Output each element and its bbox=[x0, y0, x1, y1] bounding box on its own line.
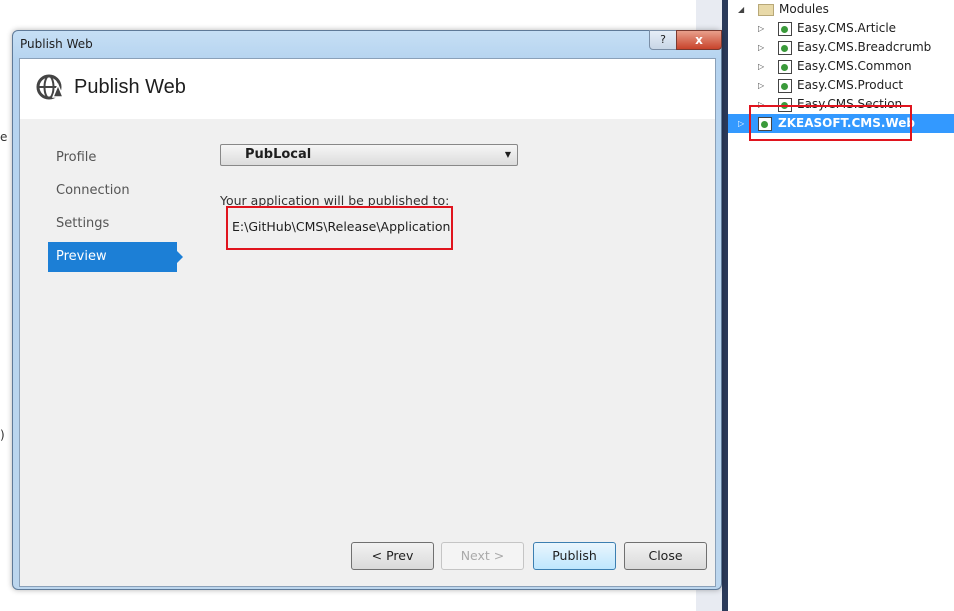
highlight-box bbox=[226, 206, 453, 250]
tree-item-label: Easy.CMS.Product bbox=[797, 78, 904, 92]
highlight-box bbox=[749, 105, 912, 141]
next-button[interactable]: Next > bbox=[441, 542, 524, 570]
dialog-header: Publish Web bbox=[20, 59, 715, 119]
tree-folder-modules[interactable]: ◢ Modules bbox=[728, 0, 954, 19]
collapsed-arrow-icon[interactable]: ▷ bbox=[758, 38, 764, 57]
expanded-arrow-icon[interactable]: ◢ bbox=[738, 0, 744, 19]
publish-button[interactable]: Publish bbox=[533, 542, 616, 570]
tree-item[interactable]: ▷ Easy.CMS.Common bbox=[728, 57, 954, 76]
close-window-button[interactable]: x bbox=[676, 30, 722, 50]
folder-label: Modules bbox=[779, 2, 829, 16]
web-project-icon bbox=[778, 60, 792, 74]
nav-profile[interactable]: Profile bbox=[48, 143, 177, 173]
tree-item-label: Easy.CMS.Article bbox=[797, 21, 897, 35]
help-button[interactable]: ? bbox=[649, 30, 677, 50]
solution-explorer: ◢ Modules ▷ Easy.CMS.Article ▷ Easy.CMS.Br… bbox=[728, 0, 954, 611]
web-project-icon bbox=[778, 79, 792, 93]
background-text-fragment: e bbox=[0, 130, 8, 144]
prev-button[interactable]: < Prev bbox=[351, 542, 434, 570]
collapsed-arrow-icon[interactable]: ▷ bbox=[758, 19, 764, 38]
publish-web-dialog: Publish Web ? x Publish Web Profile Conn… bbox=[12, 30, 722, 590]
web-project-icon bbox=[778, 41, 792, 55]
close-button[interactable]: Close bbox=[624, 542, 707, 570]
chevron-down-icon: ▼ bbox=[504, 150, 511, 159]
nav-settings[interactable]: Settings bbox=[48, 209, 177, 239]
collapsed-arrow-icon[interactable]: ▷ bbox=[758, 57, 764, 76]
header-title: Publish Web bbox=[74, 76, 186, 98]
tree-item[interactable]: ▷ Easy.CMS.Breadcrumb bbox=[728, 38, 954, 57]
tree-item-label: Easy.CMS.Breadcrumb bbox=[797, 40, 932, 54]
collapsed-arrow-icon[interactable]: ▷ bbox=[758, 76, 764, 95]
dialog-body: Publish Web Profile Connection Settings … bbox=[19, 58, 716, 587]
web-project-icon bbox=[778, 22, 792, 36]
tree-item[interactable]: ▷ Easy.CMS.Article bbox=[728, 19, 954, 38]
dialog-title: Publish Web bbox=[20, 37, 93, 51]
profile-dropdown[interactable]: PubLocal ▼ bbox=[220, 144, 518, 166]
nav-connection[interactable]: Connection bbox=[48, 176, 177, 206]
folder-icon bbox=[758, 4, 774, 16]
profile-value: PubLocal bbox=[245, 147, 312, 162]
collapsed-arrow-icon[interactable]: ▷ bbox=[738, 114, 744, 133]
nav-preview[interactable]: Preview bbox=[48, 242, 183, 272]
background-text-fragment: ) bbox=[0, 428, 5, 442]
globe-publish-icon bbox=[36, 74, 64, 100]
tree-item[interactable]: ▷ Easy.CMS.Product bbox=[728, 76, 954, 95]
tree-item-label: Easy.CMS.Common bbox=[797, 59, 912, 73]
